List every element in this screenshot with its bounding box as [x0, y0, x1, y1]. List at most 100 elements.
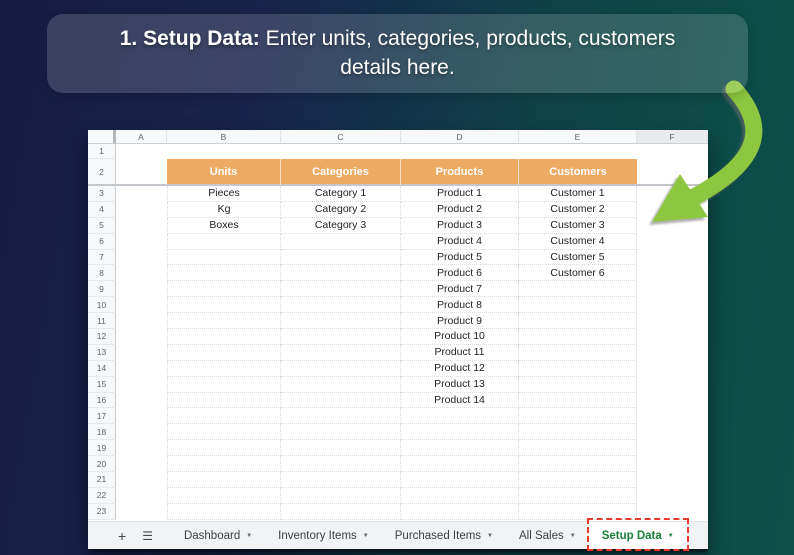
cell-A12[interactable]	[116, 329, 167, 345]
cell-A19[interactable]	[116, 440, 167, 457]
cell-B9[interactable]	[167, 281, 281, 298]
sheet-tab-inventory-items[interactable]: Inventory Items ▼	[265, 522, 382, 549]
cell-B18[interactable]	[167, 424, 281, 441]
row-header-14[interactable]: 14	[88, 360, 116, 377]
row-header-5[interactable]: 5	[88, 217, 116, 234]
cell-A18[interactable]	[116, 424, 167, 441]
cell-B4[interactable]: Kg	[167, 201, 281, 218]
cell-B16[interactable]	[167, 392, 281, 409]
cell-F18[interactable]	[637, 424, 708, 441]
cell-C16[interactable]	[281, 392, 401, 409]
cell-B15[interactable]	[167, 376, 281, 393]
cell-B12[interactable]	[167, 329, 281, 345]
table-header-categories[interactable]: Categories	[281, 159, 401, 186]
row-header-22[interactable]: 22	[88, 487, 116, 504]
cell-C10[interactable]	[281, 297, 401, 314]
sheet-tab-setup-data[interactable]: Setup Data ▼	[586, 518, 689, 551]
cell-D1[interactable]	[401, 144, 519, 159]
cell-B19[interactable]	[167, 440, 281, 457]
cell-A4[interactable]	[116, 201, 167, 218]
cell-B23[interactable]	[167, 503, 281, 520]
cell-B14[interactable]	[167, 360, 281, 377]
cell-A11[interactable]	[116, 313, 167, 330]
cell-A7[interactable]	[116, 249, 167, 266]
cell-D22[interactable]	[401, 487, 519, 504]
cell-D5[interactable]: Product 3	[401, 217, 519, 234]
cell-D18[interactable]	[401, 424, 519, 441]
cell-E19[interactable]	[519, 440, 637, 457]
cell-C22[interactable]	[281, 487, 401, 504]
cell-C17[interactable]	[281, 408, 401, 425]
row-header-13[interactable]: 13	[88, 344, 116, 361]
cell-A2[interactable]	[116, 159, 167, 186]
row-header-17[interactable]: 17	[88, 408, 116, 425]
cell-E18[interactable]	[519, 424, 637, 441]
cell-A21[interactable]	[116, 472, 167, 488]
cell-C12[interactable]	[281, 329, 401, 345]
sheet-tab-dashboard[interactable]: Dashboard ▼	[171, 522, 265, 549]
cell-E8[interactable]: Customer 6	[519, 265, 637, 282]
cell-C3[interactable]: Category 1	[281, 186, 401, 202]
row-header-6[interactable]: 6	[88, 233, 116, 250]
cell-C5[interactable]: Category 3	[281, 217, 401, 234]
cell-A16[interactable]	[116, 392, 167, 409]
cell-C11[interactable]	[281, 313, 401, 330]
cell-E4[interactable]: Customer 2	[519, 201, 637, 218]
cell-C23[interactable]	[281, 503, 401, 520]
cell-D9[interactable]: Product 7	[401, 281, 519, 298]
cell-C14[interactable]	[281, 360, 401, 377]
cell-B3[interactable]: Pieces	[167, 186, 281, 202]
cell-D3[interactable]: Product 1	[401, 186, 519, 202]
cell-D17[interactable]	[401, 408, 519, 425]
cell-B10[interactable]	[167, 297, 281, 314]
column-header-B[interactable]: B	[167, 130, 281, 144]
add-sheet-icon[interactable]: +	[110, 522, 134, 549]
cell-F13[interactable]	[637, 344, 708, 361]
cell-E22[interactable]	[519, 487, 637, 504]
cell-F6[interactable]	[637, 233, 708, 250]
cell-F23[interactable]	[637, 503, 708, 520]
cell-F19[interactable]	[637, 440, 708, 457]
cell-F1[interactable]	[637, 144, 708, 159]
cell-B1[interactable]	[167, 144, 281, 159]
sheet-tab-purchased-items[interactable]: Purchased Items ▼	[382, 522, 506, 549]
cell-A8[interactable]	[116, 265, 167, 282]
cell-F8[interactable]	[637, 265, 708, 282]
cell-A22[interactable]	[116, 487, 167, 504]
row-header-7[interactable]: 7	[88, 249, 116, 266]
cell-B20[interactable]	[167, 456, 281, 473]
cell-F15[interactable]	[637, 376, 708, 393]
cell-D23[interactable]	[401, 503, 519, 520]
select-all-corner[interactable]	[88, 130, 116, 144]
cell-D8[interactable]: Product 6	[401, 265, 519, 282]
cell-A17[interactable]	[116, 408, 167, 425]
cell-B6[interactable]	[167, 233, 281, 250]
row-header-8[interactable]: 8	[88, 265, 116, 282]
row-header-15[interactable]: 15	[88, 376, 116, 393]
cell-E12[interactable]	[519, 329, 637, 345]
cell-D11[interactable]: Product 9	[401, 313, 519, 330]
row-header-21[interactable]: 21	[88, 472, 116, 488]
cell-F4[interactable]	[637, 201, 708, 218]
cell-E9[interactable]	[519, 281, 637, 298]
row-header-1[interactable]: 1	[88, 144, 116, 159]
column-header-C[interactable]: C	[281, 130, 401, 144]
cell-A5[interactable]	[116, 217, 167, 234]
cell-A6[interactable]	[116, 233, 167, 250]
row-header-10[interactable]: 10	[88, 297, 116, 314]
cell-C1[interactable]	[281, 144, 401, 159]
cell-F16[interactable]	[637, 392, 708, 409]
cell-F14[interactable]	[637, 360, 708, 377]
cell-E20[interactable]	[519, 456, 637, 473]
cell-C4[interactable]: Category 2	[281, 201, 401, 218]
cell-C8[interactable]	[281, 265, 401, 282]
all-sheets-icon[interactable]: ☰	[134, 522, 161, 549]
cell-E21[interactable]	[519, 472, 637, 488]
cell-B17[interactable]	[167, 408, 281, 425]
cell-E23[interactable]	[519, 503, 637, 520]
row-header-19[interactable]: 19	[88, 440, 116, 457]
row-header-20[interactable]: 20	[88, 456, 116, 473]
cell-A15[interactable]	[116, 376, 167, 393]
cell-D4[interactable]: Product 2	[401, 201, 519, 218]
cell-C13[interactable]	[281, 344, 401, 361]
